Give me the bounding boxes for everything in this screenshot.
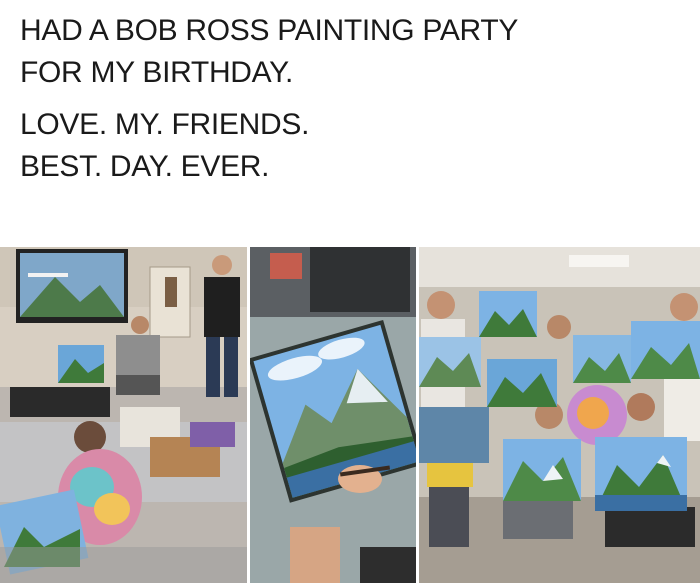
photo-friends-group: [419, 247, 700, 583]
meme-caption: HAD A BOB ROSS PAINTING PARTY FOR MY BIR…: [20, 10, 518, 188]
caption-line-4: BEST. DAY. EVER.: [20, 150, 270, 183]
photo-painting-closeup: [250, 247, 416, 583]
caption-line-2: FOR MY BIRTHDAY.: [20, 56, 294, 89]
photo-painting-party-room: [0, 247, 247, 583]
caption-line-1: HAD A BOB ROSS PAINTING PARTY: [20, 14, 519, 47]
caption-line-3: LOVE. MY. FRIENDS.: [20, 108, 310, 141]
photo-collage: [0, 247, 700, 583]
